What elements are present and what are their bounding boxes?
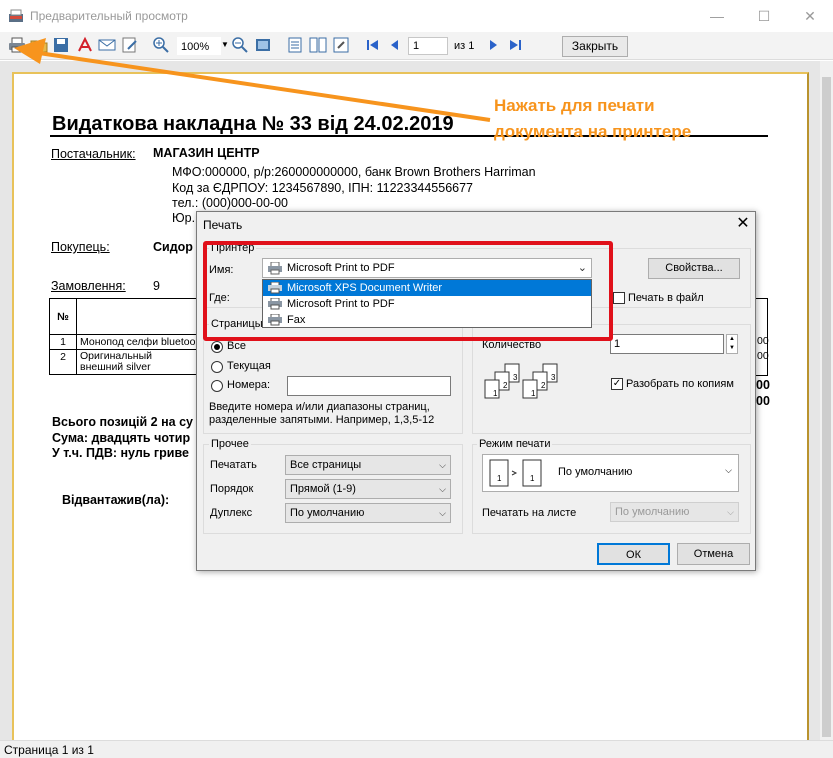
annotation-arrow (14, 38, 491, 122)
annotation-line1: Нажать для печати (494, 96, 655, 115)
status-text: Страница 1 из 1 (4, 743, 94, 757)
preview-window: Предварительный просмотр — ☐ ✕ 100% ▼ 1 … (0, 0, 833, 758)
annotation-line2: документа на принтере (494, 122, 692, 141)
status-bar: Страница 1 из 1 (0, 740, 833, 758)
